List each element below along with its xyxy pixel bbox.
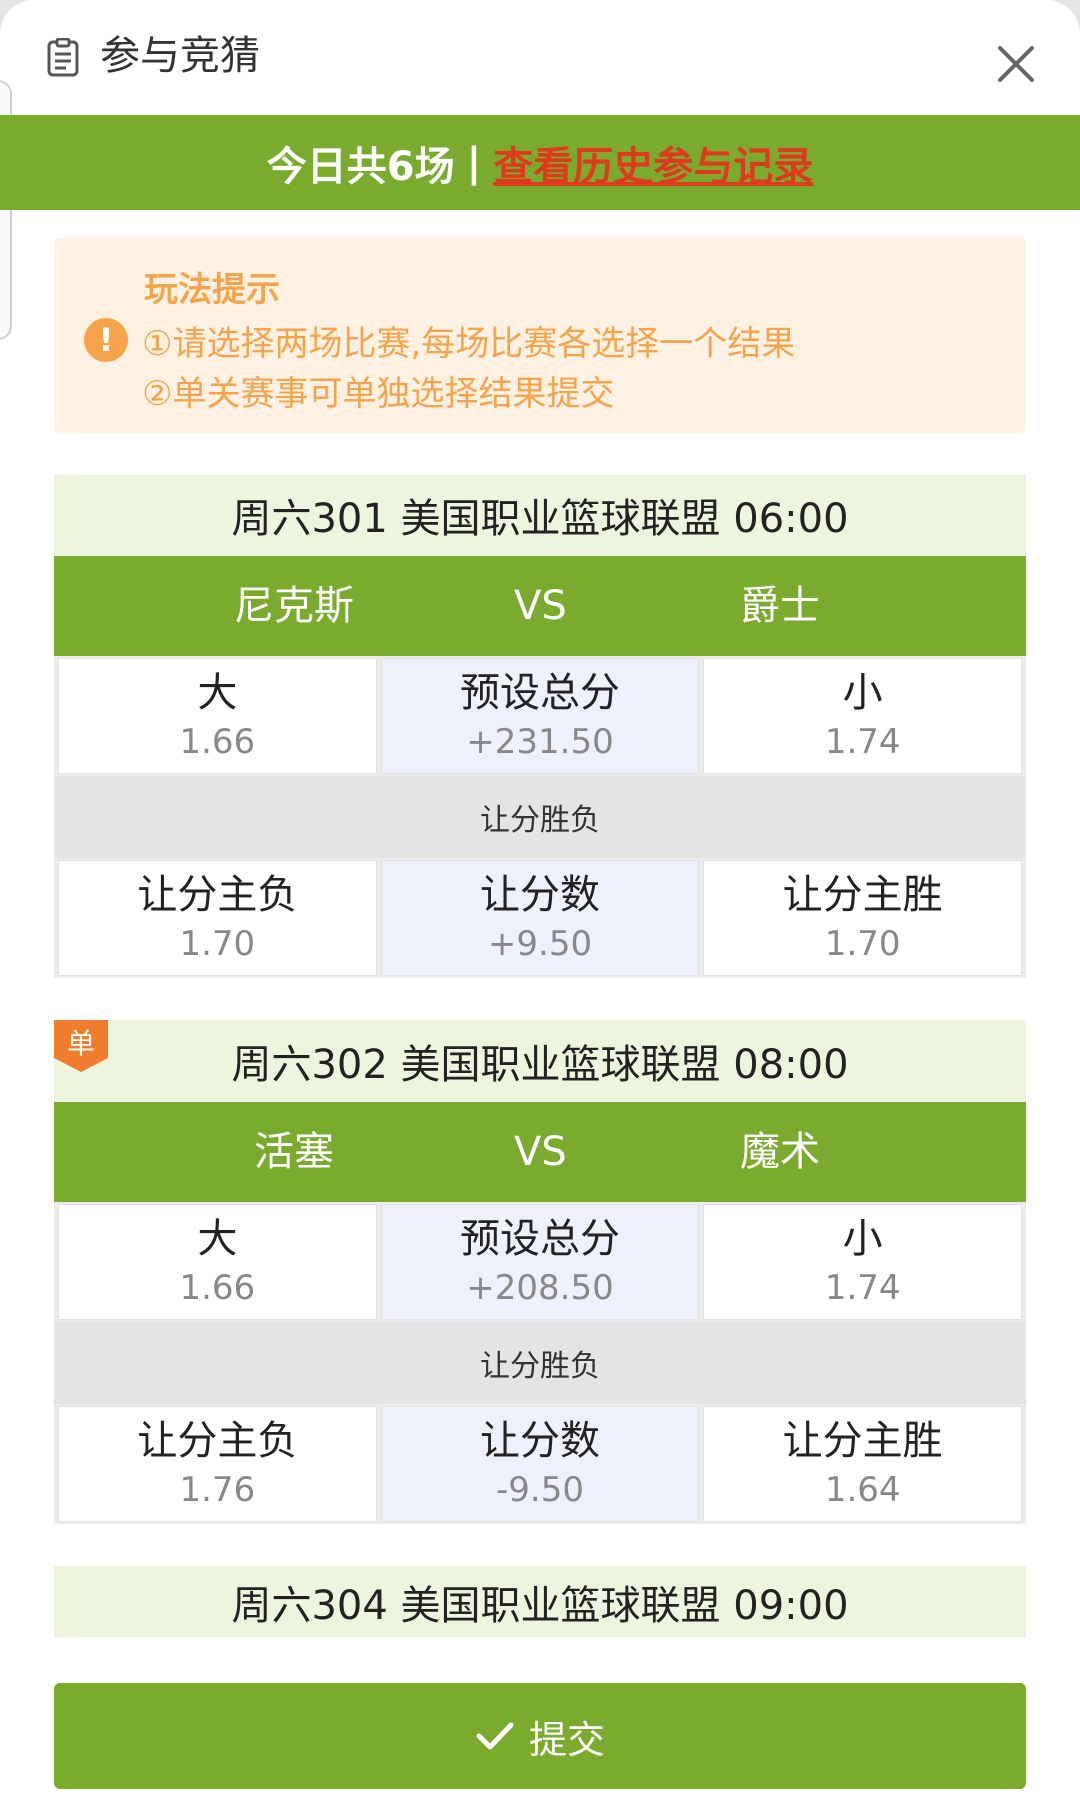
handicap-section-label: 让分胜负 [54,776,1026,858]
line-value: +231.50 [466,722,614,762]
option-label: 让分主负 [137,1418,298,1464]
submit-button[interactable]: 提交 [54,1683,1026,1789]
match-card: 周六302 美国职业篮球联盟 08:00 活塞 VS 魔术 大 1.66 预设总… [54,1020,1026,1524]
match-header: 周六301 美国职业篮球联盟 06:00 [54,474,1026,556]
badge-text: 单 [67,1027,95,1060]
line-label: 让分数 [480,1418,600,1464]
check-icon [476,1722,514,1750]
handicap-home-win-option[interactable]: 让分主胜 1.70 [703,860,1023,976]
option-odds: 1.76 [179,1470,256,1510]
line-value: +9.50 [487,924,593,964]
vs-label: VS [514,1129,567,1175]
total-line: 预设总分 +208.50 [380,1204,700,1320]
option-odds: 1.64 [824,1470,901,1510]
handicap-home-lose-option[interactable]: 让分主负 1.76 [58,1406,377,1522]
today-count: 今日共6场 [266,143,455,190]
match-card: 周六301 美国职业篮球联盟 06:00 尼克斯 VS 爵士 大 1.66 预设… [54,474,1026,978]
home-team: 尼克斯 [234,583,354,629]
line-label: 预设总分 [460,1216,620,1262]
submit-label: 提交 [528,1717,605,1762]
match-card: 周六304 美国职业篮球联盟 09:00 [54,1566,1026,1638]
total-odds-row: 大 1.66 预设总分 +231.50 小 1.74 [54,656,1026,776]
option-label: 让分主胜 [782,872,943,918]
option-label: 大 [197,1216,238,1262]
teams-bar: 尼克斯 VS 爵士 [54,556,1026,656]
tips-box: 玩法提示 ! ①请选择两场比赛,每场比赛各选择一个结果 ②单关赛事可单独选择结果… [54,238,1026,433]
away-team: 魔术 [740,1129,820,1175]
line-label: 让分数 [480,872,600,918]
exclamation-icon: ! [84,318,128,362]
tips-line: ②单关赛事可单独选择结果提交 [142,374,615,414]
clipboard-icon [47,38,79,77]
over-option[interactable]: 大 1.66 [58,658,377,774]
option-label: 小 [842,1216,883,1262]
handicap-home-lose-option[interactable]: 让分主负 1.70 [58,860,377,976]
total-odds-row: 大 1.66 预设总分 +208.50 小 1.74 [54,1202,1026,1322]
history-link[interactable]: 查看历史参与记录 [493,134,813,192]
handicap-line: 让分数 +9.50 [380,860,700,976]
option-label: 让分主胜 [782,1418,943,1464]
match-header: 周六304 美国职业篮球联盟 09:00 [54,1566,1026,1638]
option-odds: 1.74 [824,722,901,762]
modal-title: 参与竞猜 [100,33,260,79]
away-team: 爵士 [740,583,820,629]
total-line: 预设总分 +231.50 [380,658,700,774]
guess-modal: 参与竞猜 今日共6场 | 查看历史参与记录 玩法提示 ! ①请选择两场比赛,每场… [0,0,1080,1811]
handicap-section-label: 让分胜负 [54,1322,1026,1404]
option-label: 小 [842,670,883,716]
banner: 今日共6场 | 查看历史参与记录 [0,115,1080,210]
option-label: 大 [197,670,238,716]
option-odds: 1.66 [179,1268,256,1308]
vs-label: VS [514,583,567,629]
line-label: 预设总分 [460,670,620,716]
line-value: -9.50 [496,1470,584,1510]
home-team: 活塞 [254,1129,334,1175]
option-odds: 1.66 [179,722,256,762]
single-match-badge: 单 [54,1020,108,1072]
title-bar: 参与竞猜 [0,0,1080,115]
teams-bar: 活塞 VS 魔术 [54,1102,1026,1202]
handicap-line: 让分数 -9.50 [380,1406,700,1522]
over-option[interactable]: 大 1.66 [58,1204,377,1320]
tips-line: ①请选择两场比赛,每场比赛各选择一个结果 [142,324,796,364]
handicap-odds-row: 让分主负 1.70 让分数 +9.50 让分主胜 1.70 [54,858,1026,978]
option-label: 让分主负 [137,872,298,918]
banner-separator: | [466,139,482,186]
close-icon[interactable] [992,40,1040,88]
option-odds: 1.70 [179,924,256,964]
option-odds: 1.74 [824,1268,901,1308]
tips-title: 玩法提示 [144,270,280,310]
handicap-home-win-option[interactable]: 让分主胜 1.64 [703,1406,1023,1522]
handicap-odds-row: 让分主负 1.76 让分数 -9.50 让分主胜 1.64 [54,1404,1026,1524]
line-value: +208.50 [466,1268,614,1308]
under-option[interactable]: 小 1.74 [703,658,1023,774]
under-option[interactable]: 小 1.74 [703,1204,1023,1320]
match-header: 周六302 美国职业篮球联盟 08:00 [54,1020,1026,1102]
option-odds: 1.70 [824,924,901,964]
